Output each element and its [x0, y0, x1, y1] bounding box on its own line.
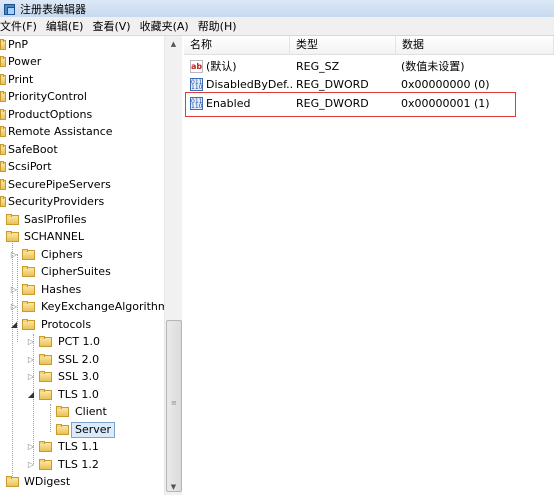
tree-item-label: Ciphers — [41, 248, 83, 261]
expand-arrow-icon[interactable]: ▷ — [27, 368, 35, 385]
tree-item-label: TLS 1.2 — [58, 458, 99, 471]
folder-icon — [6, 214, 19, 225]
menu-help[interactable]: 帮助(H) — [198, 18, 246, 34]
column-header-name[interactable]: 名称 — [184, 36, 290, 54]
folder-icon — [39, 336, 52, 347]
tree-item-label: KeyExchangeAlgorithms — [41, 300, 175, 313]
value-data: (数值未设置) — [401, 60, 465, 73]
folder-icon — [0, 56, 6, 67]
expand-arrow-icon[interactable]: ▷ — [27, 456, 35, 473]
open-folder-icon — [56, 424, 69, 435]
folder-icon — [22, 319, 35, 330]
tree-item-label: Client — [75, 405, 107, 418]
tree-item-label: CipherSuites — [41, 265, 111, 278]
menu-file[interactable]: 文件(F) — [0, 18, 46, 34]
folder-icon — [39, 354, 52, 365]
collapse-arrow-icon[interactable]: ◢ — [27, 386, 35, 403]
folder-icon — [0, 39, 6, 50]
expand-arrow-icon[interactable]: ▷ — [10, 281, 18, 298]
tree-scrollbar[interactable]: ▲ ≡ ▼ — [164, 36, 182, 495]
tree-item-label: Power — [8, 55, 42, 68]
tree-item-label: SafeBoot — [8, 143, 58, 156]
expand-arrow-icon[interactable]: ▷ — [10, 246, 18, 263]
expand-arrow-icon[interactable]: ▷ — [27, 438, 35, 455]
folder-icon — [0, 196, 6, 207]
registry-key-tree[interactable]: PnP Power Print PriorityControl ProductO… — [0, 36, 182, 495]
tree-guide-line — [50, 404, 52, 432]
tree-item-label: PCT 1.0 — [58, 335, 101, 348]
folder-icon — [56, 406, 69, 417]
value-name: (默认) — [206, 60, 237, 73]
tree-item-label: ProductOptions — [8, 108, 93, 121]
tree-item-label: Server — [71, 422, 116, 438]
column-header-data[interactable]: 数据 — [396, 36, 554, 54]
grip-icon: ≡ — [171, 399, 177, 407]
tree-item-label: Hashes — [41, 283, 82, 296]
folder-icon — [0, 91, 6, 102]
highlight-annotation-box — [185, 92, 516, 117]
value-row-default[interactable]: ab (默认) REG_SZ (数值未设置) — [184, 57, 554, 76]
folder-icon — [0, 179, 6, 190]
tree-item-label: SSL 3.0 — [58, 370, 100, 383]
tree-item-label: SecurityProviders — [8, 195, 105, 208]
scroll-up-arrow-icon[interactable]: ▲ — [165, 36, 182, 52]
folder-icon — [22, 249, 35, 260]
window-title: 注册表编辑器 — [20, 2, 86, 16]
tree-item-label: WDigest — [24, 475, 71, 488]
tree-item-label: PriorityControl — [8, 90, 87, 103]
tree-item-label: SSL 2.0 — [58, 353, 100, 366]
dword-value-icon: 011 110 — [190, 78, 203, 91]
tree-item-label: SaslProfiles — [24, 213, 87, 226]
folder-icon — [39, 459, 52, 470]
tree-item-label: Protocols — [41, 318, 92, 331]
tree-item-label: SecurePipeServers — [8, 178, 111, 191]
folder-icon — [0, 109, 6, 120]
column-header-type[interactable]: 类型 — [290, 36, 396, 54]
tree-item-label: TLS 1.0 — [58, 388, 99, 401]
collapse-arrow-icon[interactable]: ◢ — [10, 316, 18, 333]
list-header: 名称 类型 数据 — [184, 36, 554, 55]
folder-icon — [39, 389, 52, 400]
tree-item-label: Remote Assistance — [8, 125, 113, 138]
scrollbar-thumb[interactable]: ≡ — [166, 320, 182, 492]
tree-item-label: ScsiPort — [8, 160, 52, 173]
tree-item-label: TLS 1.1 — [58, 440, 99, 453]
value-type: REG_SZ — [296, 60, 340, 73]
string-value-icon: ab — [190, 60, 203, 73]
expand-arrow-icon[interactable]: ▷ — [27, 351, 35, 368]
folder-icon — [0, 126, 6, 137]
menu-favorites[interactable]: 收藏夹(A) — [140, 18, 198, 34]
folder-icon — [6, 476, 19, 487]
tree-item-label: SCHANNEL — [24, 230, 84, 243]
expand-arrow-icon[interactable]: ▷ — [27, 333, 35, 350]
folder-icon — [0, 161, 6, 172]
folder-icon — [22, 266, 35, 277]
folder-icon — [39, 441, 52, 452]
folder-icon — [22, 284, 35, 295]
menu-edit[interactable]: 编辑(E) — [46, 18, 93, 34]
title-bar: 注册表编辑器 — [0, 0, 554, 17]
folder-icon — [0, 74, 6, 85]
tree-item-label: Print — [8, 73, 34, 86]
scroll-down-arrow-icon[interactable]: ▼ — [165, 479, 182, 495]
folder-icon — [22, 301, 35, 312]
folder-icon — [39, 371, 52, 382]
folder-icon — [6, 231, 19, 242]
menu-view[interactable]: 查看(V) — [92, 18, 139, 34]
expand-arrow-icon[interactable]: ▷ — [10, 298, 18, 315]
tree-guide-line — [12, 236, 14, 476]
regedit-app-icon — [3, 3, 15, 15]
tree-item-label: PnP — [8, 38, 29, 51]
menu-bar: 文件(F) 编辑(E) 查看(V) 收藏夹(A) 帮助(H) — [0, 17, 554, 36]
folder-icon — [0, 144, 6, 155]
